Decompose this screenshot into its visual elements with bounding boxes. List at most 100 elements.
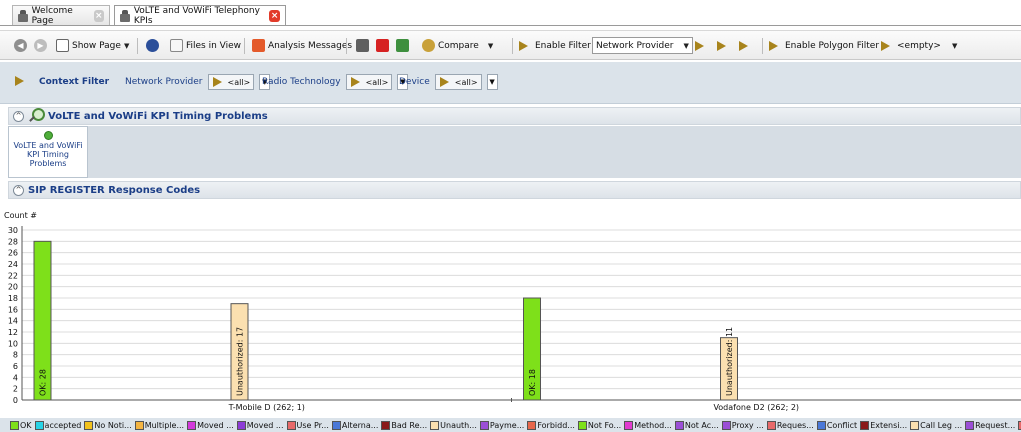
y-tick-label: 26 [8, 249, 18, 258]
radio-technology-select[interactable]: <all> [345, 74, 393, 90]
toolbar-separator [762, 38, 763, 54]
filter-select-value: Network Provider [596, 40, 674, 51]
legend-label: Unauth... [440, 420, 477, 430]
filter-label: Radio Technology [262, 77, 341, 87]
kpi-timing-tile[interactable]: VoLTE and VoWiFi KPI Timing Problems [8, 126, 88, 178]
tab-welcome-page[interactable]: Welcome Page × [12, 5, 110, 26]
polygon-select[interactable]: <empty> ▼ [880, 36, 957, 55]
network-provider-select[interactable]: <all> [207, 74, 255, 90]
report-icon [356, 39, 369, 52]
legend-item[interactable]: Moved ... [187, 420, 234, 430]
filter-remove-icon [738, 40, 752, 52]
y-tick-label: 16 [8, 305, 18, 314]
legend-item[interactable]: No Noti... [84, 420, 132, 430]
enable-polygon-filter-label: Enable Polygon Filter [785, 40, 880, 51]
y-tick-label: 12 [8, 328, 18, 337]
compare-button[interactable]: Compare ▼ [422, 36, 493, 55]
analysis-messages-label: Analysis Messages [268, 40, 353, 51]
remove-filter-button[interactable] [738, 36, 752, 55]
legend-swatch [430, 420, 440, 430]
legend-item[interactable]: Extensi... [860, 420, 908, 430]
enable-polygon-filter-button[interactable]: Enable Polygon Filter [768, 36, 879, 55]
collapse-icon[interactable]: ^ [13, 110, 24, 122]
legend-swatch [910, 420, 920, 430]
filter-options-button[interactable] [716, 36, 730, 55]
compare-icon [422, 39, 435, 52]
y-tick-label: 10 [8, 339, 18, 348]
filter-label: Network Provider [125, 77, 203, 87]
device-icon [120, 9, 130, 22]
close-icon[interactable]: × [93, 9, 105, 22]
show-page-button[interactable]: Show Page ▼ [56, 36, 129, 55]
legend-swatch [381, 420, 391, 430]
filter-icon [518, 40, 532, 52]
legend-label: Reques... [776, 420, 814, 430]
files-in-view-button[interactable]: Files in View [170, 36, 241, 55]
toolbar-separator [137, 38, 138, 54]
tab-volte-kpis[interactable]: VoLTE and VoWiFi Telephony KPIs × [114, 5, 286, 26]
legend-item[interactable]: Moved ... [236, 420, 284, 430]
legend-item[interactable]: Call Leg ... [910, 420, 963, 430]
legend-item[interactable]: OK [10, 420, 32, 430]
legend-item[interactable]: Use Pr... [286, 420, 329, 430]
filter-select-box[interactable]: Network Provider ▼ [592, 37, 693, 54]
page-icon [56, 39, 69, 52]
forward-arrow-icon: ▶ [34, 39, 47, 52]
radio-technology-filter: Radio Technology <all> ▼ [262, 72, 409, 92]
legend-label: Proxy ... [731, 420, 764, 430]
legend-item[interactable]: Reques... [766, 420, 814, 430]
legend-item[interactable]: Payme... [479, 420, 524, 430]
chevron-down-icon[interactable]: ▼ [486, 74, 498, 90]
analysis-messages-button[interactable]: Analysis Messages [252, 36, 352, 55]
legend-item[interactable]: Conflict [816, 420, 858, 430]
context-filter-heading: Context Filter [14, 72, 109, 92]
pdf-button[interactable] [376, 36, 389, 55]
legend-swatch [479, 420, 489, 430]
legend-item[interactable]: Alterna... [331, 420, 378, 430]
legend-swatch [331, 420, 341, 430]
legend-swatch [816, 420, 826, 430]
legend-item[interactable]: Not Fo... [577, 420, 621, 430]
legend-item[interactable]: Proxy ... [721, 420, 764, 430]
forward-button[interactable]: ▶ [34, 36, 47, 55]
legend-item[interactable]: Multiple... [134, 420, 184, 430]
legend-item[interactable]: Unauth... [430, 420, 477, 430]
pdf-icon [376, 39, 389, 52]
legend-item[interactable]: Method... [624, 420, 672, 430]
legend-swatch [236, 420, 246, 430]
device-icon [18, 9, 28, 22]
excel-button[interactable] [396, 36, 409, 55]
back-arrow-icon: ◀ [14, 39, 27, 52]
legend-item[interactable]: Forbidd... [527, 420, 575, 430]
y-tick-label: 24 [8, 260, 18, 269]
legend-swatch [286, 420, 296, 430]
group-button[interactable] [146, 36, 159, 55]
legend-item[interactable]: Request... [965, 420, 1016, 430]
legend-swatch [577, 420, 587, 430]
legend-item[interactable]: Not Ac... [674, 420, 719, 430]
report-button[interactable] [356, 36, 369, 55]
legend-swatch [860, 420, 870, 430]
sip-register-section-header: ^ SIP REGISTER Response Codes [8, 181, 1021, 199]
close-icon[interactable]: × [269, 9, 280, 22]
enable-filter-button[interactable]: Enable Filter [518, 36, 591, 55]
legend-label: Request... [975, 420, 1016, 430]
bar-data-label: Unauthorized: 11 [725, 327, 734, 396]
device-select[interactable]: <all> [434, 74, 482, 90]
filter-icon [350, 76, 362, 88]
legend-item[interactable]: accepted [34, 420, 81, 430]
magnifier-icon [28, 108, 45, 124]
legend-label: Conflict [826, 420, 858, 430]
legend-item[interactable]: Bad Re... [381, 420, 427, 430]
edit-filter-button[interactable] [694, 36, 708, 55]
legend-label: Forbidd... [537, 420, 575, 430]
filter-select[interactable]: Network Provider ▼ [592, 36, 693, 55]
polygon-filter-icon [768, 40, 782, 52]
filter-options-icon [716, 40, 730, 52]
back-button[interactable]: ◀ [14, 36, 27, 55]
legend-swatch [624, 420, 634, 430]
x-category-label: T-Mobile D (262; 1) [228, 403, 305, 412]
legend-label: Call Leg ... [920, 420, 963, 430]
collapse-icon[interactable]: ^ [13, 184, 24, 196]
legend-label: Extensi... [870, 420, 908, 430]
